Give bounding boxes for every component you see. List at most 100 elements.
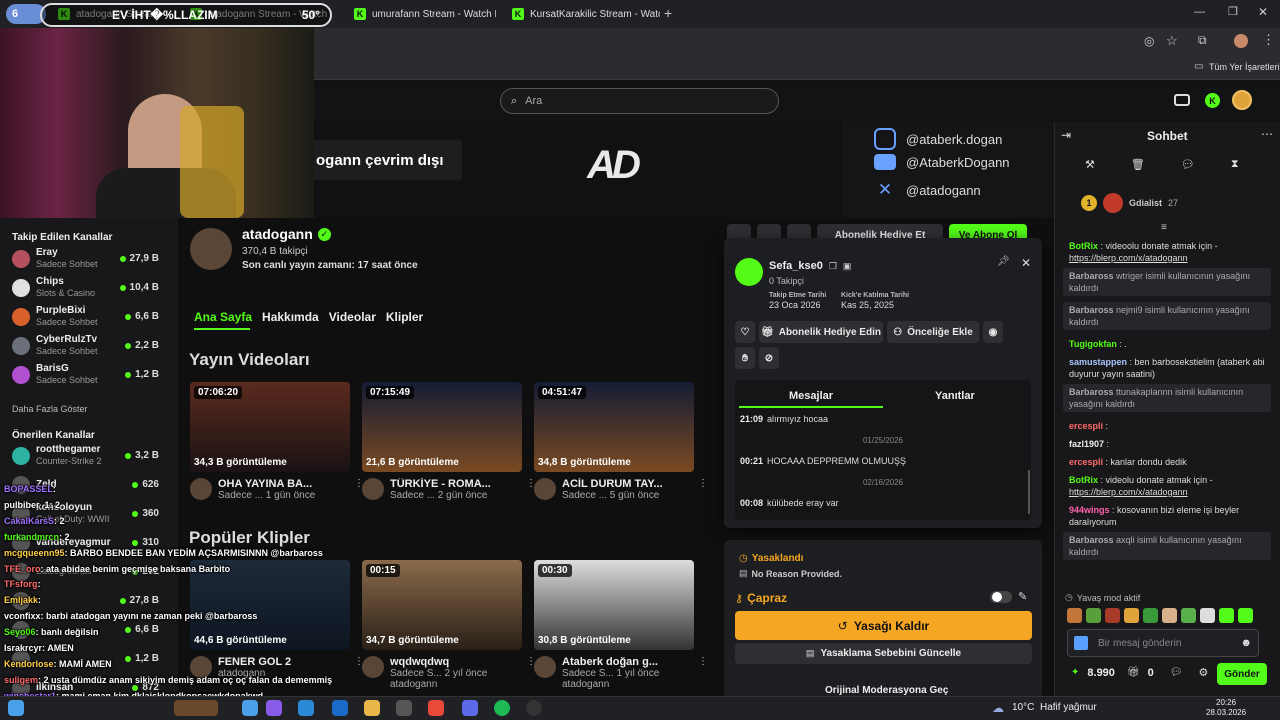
sidebar-channel[interactable]: rootthegamer Counter-Strike 2 3,2 B (12, 441, 159, 470)
edit-icon[interactable]: ✎ (1018, 590, 1027, 603)
emote-icon[interactable] (1181, 608, 1196, 623)
tab-messages[interactable]: Mesajlar (789, 390, 833, 402)
emote-icon[interactable] (1238, 608, 1253, 623)
close-window-icon[interactable]: ✕ (1258, 5, 1268, 19)
emote-icon[interactable] (1086, 608, 1101, 623)
eye-button[interactable]: ◉ (983, 321, 1003, 343)
copilot-icon[interactable] (266, 700, 282, 716)
video-card[interactable]: 00:30 30,8 B görüntüleme Ataberk doğan g..… (534, 560, 708, 690)
send-button[interactable]: Gönder (1217, 663, 1267, 685)
close-icon[interactable]: ✕ (1021, 256, 1031, 270)
sidebar-channel[interactable]: CyberRulzTv Sadece Sohbet 2,2 B (12, 331, 159, 360)
extensions-icon[interactable]: ⧉ (1198, 33, 1207, 48)
windows-icon[interactable] (242, 700, 258, 716)
ban-button[interactable]: ⊘ (759, 347, 779, 369)
bison-icon[interactable] (174, 700, 218, 716)
kick-icon[interactable]: K (1205, 93, 1220, 108)
emote-icon[interactable] (1105, 608, 1120, 623)
windows-start-icon[interactable] (8, 700, 24, 716)
emote-icon[interactable] (1124, 608, 1139, 623)
search-input[interactable]: ⌕ Ara (500, 88, 779, 114)
gift-icon[interactable]: 🎁︎ (1127, 667, 1140, 678)
emote-icon[interactable] (1067, 608, 1082, 623)
video-card[interactable]: 07:15:49 21,6 B görüntüleme TÜRKİYE - ROMA… (362, 382, 536, 501)
video-title[interactable]: wqdwqdwq (390, 656, 520, 668)
chat-username[interactable]: Barbaross (1069, 387, 1114, 397)
video-thumbnail[interactable]: 00:15 34,7 B görüntüleme (362, 560, 522, 650)
video-card[interactable]: 07:06:20 34,3 B görüntüleme OHA YAYINA BA.… (190, 382, 364, 501)
outlook-icon[interactable] (332, 700, 348, 716)
popup-scrollbar[interactable] (1028, 470, 1030, 514)
chat-input[interactable]: Bir mesaj gönderin ☻ (1067, 629, 1259, 657)
video-thumbnail[interactable]: 07:15:49 21,6 B görüntüleme (362, 382, 522, 472)
chrome-icon[interactable] (428, 700, 444, 716)
spotify-icon[interactable] (494, 700, 510, 716)
timeout-button[interactable]: ✋︎ (735, 347, 755, 369)
all-bookmarks-link[interactable]: Tüm Yer İşaretleri (1209, 62, 1280, 72)
sidebar-channel[interactable]: PurpleBixi Sadece Sohbet 6,6 B (12, 302, 159, 331)
video-thumbnail[interactable]: 07:06:20 34,3 B görüntüleme (190, 382, 350, 472)
menu-icon[interactable]: ⋮ (1262, 32, 1275, 48)
chevron-down-icon[interactable]: ≡ (1161, 222, 1167, 233)
chat-username[interactable]: ercespli (1069, 421, 1103, 431)
hammer-icon[interactable]: ⚒ (1085, 158, 1095, 171)
chat-username[interactable]: Tugigokfan (1069, 339, 1117, 349)
profile-icon[interactable]: ▣ (843, 261, 852, 272)
new-tab-icon[interactable]: + (664, 5, 672, 21)
chat-username[interactable]: fazl1907 (1069, 439, 1104, 449)
chat-link[interactable]: https://blerp.com/x/atadogann (1069, 487, 1188, 497)
emote-icon[interactable] (1200, 608, 1215, 623)
trash-icon[interactable]: 🗑︎ (1131, 158, 1145, 171)
channel-avatar[interactable] (190, 228, 232, 270)
pin-icon[interactable]: 📌︎ (997, 256, 1010, 267)
maximize-icon[interactable]: ❐ (1228, 5, 1238, 18)
chat-menu-icon[interactable]: ⋯ (1261, 127, 1273, 141)
original-mod-link[interactable]: Orijinal Moderasyona Geç (825, 685, 948, 696)
emote-icon[interactable] (1219, 608, 1234, 623)
chat-username[interactable]: BotRix (1069, 241, 1098, 251)
user-avatar[interactable] (1232, 90, 1252, 110)
tab-home[interactable]: Ana Sayfa (194, 310, 252, 324)
emote-icon[interactable] (1143, 608, 1158, 623)
copy-icon[interactable]: ❐ (829, 261, 837, 272)
chat-username[interactable]: Barbaross (1069, 305, 1114, 315)
more-icon[interactable]: ⋮ (698, 656, 708, 690)
chat-username[interactable]: ercespli (1069, 457, 1103, 467)
hourglass-icon[interactable]: ⧗ (1231, 158, 1239, 171)
emote-icon[interactable] (1162, 608, 1177, 623)
chat-bubble-icon[interactable]: 💬︎ (1170, 667, 1183, 678)
tab-3[interactable]: K KursatKarakilic Stream - Watch ✕ (502, 2, 660, 26)
video-card[interactable]: 00:15 34,7 B görüntüleme wqdwqdwq Sadece S.… (362, 560, 536, 690)
star-icon[interactable]: ☆ (1166, 33, 1178, 49)
emoji-icon[interactable]: ☻ (1240, 637, 1252, 649)
video-title[interactable]: OHA YAYINA BA... (218, 478, 348, 490)
video-title[interactable]: ACİL DURUM TAY... (562, 478, 692, 490)
chat-bubble-icon[interactable]: 💬︎ (1181, 158, 1195, 171)
xbox-icon[interactable] (396, 700, 412, 716)
heart-button[interactable]: ♡ (735, 321, 755, 343)
edge-icon[interactable] (298, 700, 314, 716)
social-row[interactable]: @ataberk.dogan (874, 128, 1002, 150)
kick-emote-icon[interactable] (1074, 636, 1088, 650)
video-thumbnail[interactable]: 04:51:47 34,8 B görüntüleme (534, 382, 694, 472)
video-card[interactable]: 04:51:47 34,8 B görüntüleme ACİL DURUM TAY… (534, 382, 708, 501)
social-row[interactable]: @AtaberkDogann (874, 154, 1010, 170)
perm-toggle[interactable] (990, 591, 1012, 603)
tab-replies[interactable]: Yanıtlar (935, 390, 975, 402)
gear-icon[interactable]: ⚙ (1198, 666, 1208, 679)
tab-2[interactable]: K umurafann Stream - Watch Live ✕ (344, 2, 496, 26)
unban-button[interactable]: ↺ Yasağı Kaldır (735, 611, 1032, 640)
video-title[interactable]: TÜRKİYE - ROMA... (390, 478, 520, 490)
tab-about[interactable]: Hakkımda (262, 310, 319, 324)
chat-username[interactable]: Barbaross (1069, 535, 1114, 545)
social-row[interactable]: ✕ @atadogann (874, 180, 981, 200)
collapse-chat-icon[interactable]: ⇥ (1061, 128, 1071, 142)
tab-clips[interactable]: Klipler (386, 310, 423, 324)
minimize-icon[interactable]: — (1194, 6, 1205, 18)
show-more-link[interactable]: Daha Fazla Göster (12, 404, 88, 414)
eye-off-icon[interactable]: ◎ (1144, 34, 1154, 48)
chat-username[interactable]: Barbaross (1069, 271, 1114, 281)
sidebar-channel[interactable]: Chips Slots & Casino 10,4 B (12, 273, 159, 302)
video-title[interactable]: Ataberk doğan g... (562, 656, 692, 668)
video-thumbnail[interactable]: 00:30 30,8 B görüntüleme (534, 560, 694, 650)
